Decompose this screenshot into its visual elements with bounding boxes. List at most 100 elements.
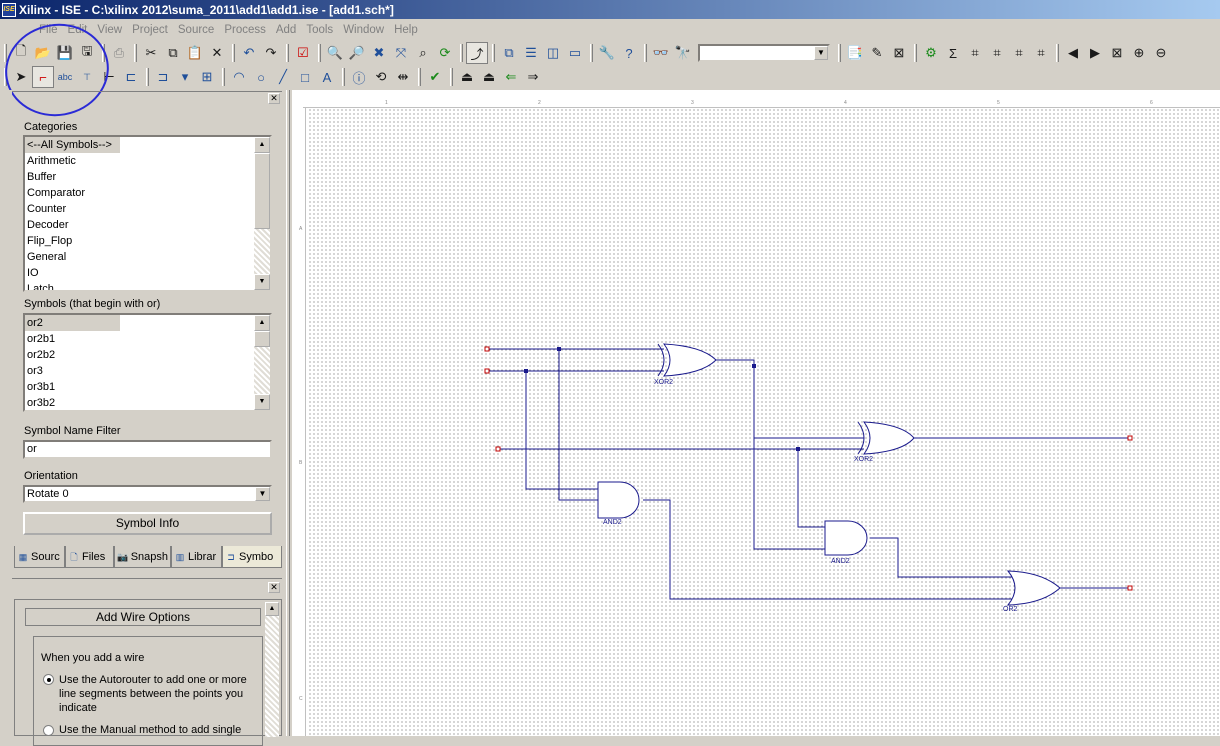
category-item[interactable]: IO (25, 265, 270, 281)
floorplan-icon[interactable]: ⌗ (964, 42, 986, 64)
window-list-icon[interactable]: ▭ (564, 42, 586, 64)
draw-rectangle-icon[interactable]: □ (294, 66, 316, 88)
check-schematic-icon[interactable]: ☑ (292, 42, 314, 64)
menu-edit[interactable]: Edit (63, 24, 93, 36)
symbol-info-icon[interactable]: ⓘ (348, 66, 370, 88)
menu-project[interactable]: Project (127, 24, 173, 36)
rotate-icon[interactable]: ⟲ (370, 66, 392, 88)
find-next-icon[interactable]: 🔭 (672, 42, 694, 64)
copy-icon[interactable]: ⧉ (162, 42, 184, 64)
symbol-item[interactable]: or3b1 (25, 379, 270, 395)
tab-snapshots[interactable]: 📷 Snapsh (114, 546, 171, 568)
add-attribute-icon[interactable]: ⊞ (196, 66, 218, 88)
tab-symbols[interactable]: ⊐ Symbo (222, 546, 282, 568)
draw-line-icon[interactable]: ╱ (272, 66, 294, 88)
category-item[interactable]: Counter (25, 201, 270, 217)
mirror-icon[interactable]: ⇹ (392, 66, 414, 88)
search-combo[interactable]: ▼ (698, 44, 830, 62)
scroll-up-icon[interactable]: ▲ (254, 315, 270, 331)
chevron-down-icon[interactable]: ▼ (814, 46, 828, 60)
symbol-item[interactable]: or2b1 (25, 331, 270, 347)
zoom-out-small-icon[interactable]: ⊖ (1150, 42, 1172, 64)
orientation-select[interactable]: Rotate 0 ▼ (23, 485, 272, 503)
clear-bookmarks-icon[interactable]: ⊠ (888, 42, 910, 64)
delete-icon[interactable]: ✕ (206, 42, 228, 64)
open-folder-icon[interactable]: 📂 (32, 42, 54, 64)
close-view-icon[interactable]: ⊠ (1106, 42, 1128, 64)
scroll-up-icon[interactable]: ▲ (254, 137, 270, 153)
redo-icon[interactable]: ↷ (260, 42, 282, 64)
autorouter-radio[interactable] (43, 674, 54, 685)
menu-help[interactable]: Help (389, 24, 423, 36)
menu-tools[interactable]: Tools (301, 24, 338, 36)
category-item[interactable]: Decoder (25, 217, 270, 233)
symbol-item-selected[interactable]: or2 (25, 315, 120, 331)
add-bus-tap-icon[interactable]: ⊢ (98, 66, 120, 88)
tab-files[interactable]: 🗋 Files (65, 546, 114, 568)
categories-list[interactable]: <--All Symbols--> Arithmetic Buffer Comp… (23, 135, 272, 292)
close-icon[interactable]: ✕ (268, 582, 280, 593)
hierarchy-push-icon[interactable]: ⤴ (466, 42, 488, 64)
hierarchy-pop-icon[interactable]: ⇐ (500, 66, 522, 88)
sigma-icon[interactable]: Σ (942, 42, 964, 64)
category-item[interactable]: Latch (25, 281, 270, 290)
category-item[interactable]: Buffer (25, 169, 270, 185)
timing-icon[interactable]: ⌗ (1008, 42, 1030, 64)
add-text-icon[interactable]: A (316, 66, 338, 88)
menu-file[interactable]: File (34, 24, 63, 36)
hierarchy-push-into-icon[interactable]: ⇒ (522, 66, 544, 88)
zoom-in-small-icon[interactable]: ⊕ (1128, 42, 1150, 64)
pinout-icon[interactable]: ⌗ (986, 42, 1008, 64)
print-icon[interactable]: ⎙ (108, 42, 130, 64)
new-file-icon[interactable]: 🗋 (10, 42, 32, 64)
add-instance-icon[interactable]: ▾ (174, 66, 196, 88)
save-icon[interactable]: 💾 (54, 42, 76, 64)
draw-arc-icon[interactable]: ◠ (228, 66, 250, 88)
symbol-item[interactable]: or2b2 (25, 347, 270, 363)
scroll-up-icon[interactable]: ▲ (265, 602, 279, 616)
paste-icon[interactable]: 📋 (184, 42, 206, 64)
forward-arrow-icon[interactable]: ▶ (1084, 42, 1106, 64)
symbol-info-button[interactable]: Symbol Info (23, 512, 272, 535)
scroll-down-icon[interactable]: ▼ (254, 274, 270, 290)
zoom-fit-icon[interactable]: ⤧ (390, 42, 412, 64)
add-net-name-icon[interactable]: abc (54, 66, 76, 88)
cut-icon[interactable]: ✂ (140, 42, 162, 64)
hierarchy-up-icon[interactable]: ⏏ (456, 66, 478, 88)
category-item[interactable]: Arithmetic (25, 153, 270, 169)
zoom-full-icon[interactable]: ✖ (368, 42, 390, 64)
panel-splitter[interactable] (286, 90, 290, 736)
tile-vertical-icon[interactable]: ◫ (542, 42, 564, 64)
tools-wrench-icon[interactable]: 🔧 (596, 42, 618, 64)
symbols-list[interactable]: or2 or2b1 or2b2 or3 or3b1 or3b2 ▲ ▼ (23, 313, 272, 412)
category-item[interactable]: Flip_Flop (25, 233, 270, 249)
symbol-name-filter-input[interactable]: or (23, 440, 272, 459)
options-scrollbar[interactable]: ▲ (265, 602, 279, 737)
fpga-editor-icon[interactable]: ⌗ (1030, 42, 1052, 64)
add-io-marker-icon[interactable]: ⊏ (120, 66, 142, 88)
edit-bookmark-icon[interactable]: ✎ (866, 42, 888, 64)
categories-scrollbar[interactable]: ▲ ▼ (254, 137, 270, 290)
tab-libraries[interactable]: ▥ Librar (171, 546, 222, 568)
close-icon[interactable]: ✕ (268, 93, 280, 104)
rename-bus-icon[interactable]: ⊤ (76, 66, 98, 88)
scroll-thumb[interactable] (254, 331, 270, 347)
undo-icon[interactable]: ↶ (238, 42, 260, 64)
zoom-selection-icon[interactable]: ⌕ (412, 42, 434, 64)
select-pointer-icon[interactable]: ➤ (10, 66, 32, 88)
tab-sources[interactable]: ▦ Sourc (14, 546, 65, 568)
refresh-icon[interactable]: ⟳ (434, 42, 456, 64)
menu-source[interactable]: Source (173, 24, 219, 36)
category-item[interactable]: General (25, 249, 270, 265)
save-all-icon[interactable]: 🖫 (76, 42, 98, 64)
menu-view[interactable]: View (92, 24, 127, 36)
manual-radio[interactable] (43, 725, 54, 736)
scroll-thumb[interactable] (254, 153, 270, 229)
cascade-icon[interactable]: ⧉ (498, 42, 520, 64)
symbol-item[interactable]: or3b2 (25, 395, 270, 410)
help-pointer-icon[interactable]: ? (618, 42, 640, 64)
category-item[interactable]: Comparator (25, 185, 270, 201)
chevron-down-icon[interactable]: ▼ (255, 487, 270, 501)
menu-add[interactable]: Add (271, 24, 301, 36)
back-arrow-icon[interactable]: ◀ (1062, 42, 1084, 64)
